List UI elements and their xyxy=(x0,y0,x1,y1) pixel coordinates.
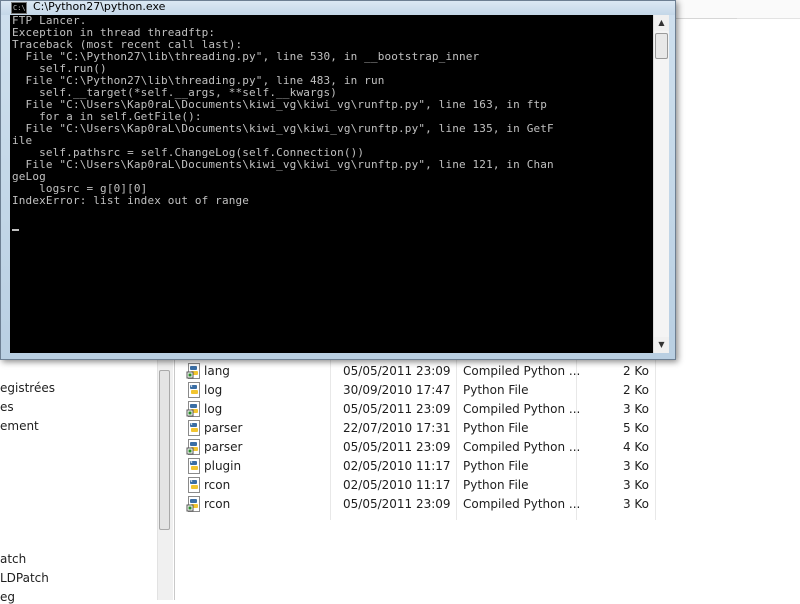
terminal-scrollbar[interactable]: ▲ ▼ xyxy=(653,15,669,353)
file-name: rcon xyxy=(204,497,231,511)
python-file-icon xyxy=(186,458,202,474)
file-size: 2 Ko xyxy=(622,383,649,397)
file-size: 3 Ko xyxy=(622,402,649,416)
terminal-text: FTP Lancer. Exception in thread threadft… xyxy=(12,15,554,207)
file-size: 4 Ko xyxy=(622,440,649,454)
console-app-icon: C:\ xyxy=(11,2,27,14)
file-name: rcon xyxy=(204,478,231,492)
file-type: Compiled Python ... xyxy=(463,402,581,416)
file-row[interactable]: plugin 02/05/2010 11:17 Python File 3 Ko xyxy=(180,457,656,476)
nav-item[interactable]: es xyxy=(0,400,14,414)
file-type: Compiled Python ... xyxy=(463,364,581,378)
file-name: parser xyxy=(204,440,243,454)
file-row[interactable]: lang 05/05/2011 23:09 Compiled Python ... 2… xyxy=(180,362,656,381)
nav-item[interactable]: ement xyxy=(0,419,39,433)
file-type: Python File xyxy=(463,421,529,435)
file-size: 2 Ko xyxy=(622,364,649,378)
nav-item[interactable]: egistrées xyxy=(0,381,55,395)
file-row[interactable]: rcon 05/05/2011 23:09 Compiled Python ... 3… xyxy=(180,495,656,514)
file-row[interactable]: parser 22/07/2010 17:31 Python File 5 Ko xyxy=(180,419,656,438)
file-size: 3 Ko xyxy=(622,478,649,492)
file-size: 3 Ko xyxy=(622,459,649,473)
explorer-edge xyxy=(737,18,800,19)
file-size: 5 Ko xyxy=(622,421,649,435)
title-bar[interactable]: C:\ C:\Python27\python.exe xyxy=(1,0,675,15)
nav-item[interactable]: LDPatch xyxy=(0,571,49,585)
file-date: 02/05/2010 11:17 xyxy=(343,459,451,473)
nav-item[interactable]: atch xyxy=(0,552,26,566)
file-date: 05/05/2011 23:09 xyxy=(343,497,451,511)
file-type: Compiled Python ... xyxy=(463,497,581,511)
window-title: C:\Python27\python.exe xyxy=(33,0,166,13)
python-file-icon xyxy=(186,382,202,398)
file-date: 02/05/2010 11:17 xyxy=(343,478,451,492)
file-row[interactable]: rcon 02/05/2010 11:17 Python File 3 Ko xyxy=(180,476,656,495)
scroll-up-arrow-icon[interactable]: ▲ xyxy=(654,15,669,31)
file-type: Python File xyxy=(463,478,529,492)
file-name: plugin xyxy=(204,459,242,473)
file-date: 22/07/2010 17:31 xyxy=(343,421,451,435)
compiled-python-icon xyxy=(186,401,202,417)
terminal-output-area[interactable]: FTP Lancer. Exception in thread threadft… xyxy=(10,15,653,353)
file-name: log xyxy=(204,402,223,416)
file-date: 05/05/2011 23:09 xyxy=(343,440,451,454)
file-row[interactable]: parser 05/05/2011 23:09 Compiled Python ..… xyxy=(180,438,656,457)
file-row[interactable]: log 05/05/2011 23:09 Compiled Python ... 3 … xyxy=(180,400,656,419)
text-cursor xyxy=(12,229,19,231)
python-file-icon xyxy=(186,420,202,436)
compiled-python-icon xyxy=(186,496,202,512)
file-type: Compiled Python ... xyxy=(463,440,581,454)
scroll-thumb[interactable] xyxy=(655,33,668,59)
compiled-python-icon xyxy=(186,439,202,455)
file-row[interactable]: log 30/09/2010 17:47 Python File 2 Ko xyxy=(180,381,656,400)
file-date: 05/05/2011 23:09 xyxy=(343,364,451,378)
file-name: parser xyxy=(204,421,243,435)
file-type: Python File xyxy=(463,383,529,397)
explorer-toolbar-strip xyxy=(676,0,800,19)
compiled-python-icon xyxy=(186,363,202,379)
file-type: Python File xyxy=(463,459,529,473)
console-window[interactable]: C:\ C:\Python27\python.exe FTP Lancer. E… xyxy=(0,0,676,360)
file-size: 3 Ko xyxy=(622,497,649,511)
file-name: log xyxy=(204,383,223,397)
file-name: lang xyxy=(204,364,230,378)
nav-item[interactable]: eg xyxy=(0,590,15,604)
file-date: 05/05/2011 23:09 xyxy=(343,402,451,416)
scroll-down-arrow-icon[interactable]: ▼ xyxy=(654,337,669,353)
file-date: 30/09/2010 17:47 xyxy=(343,383,451,397)
python-file-icon xyxy=(186,477,202,493)
nav-scroll-thumb[interactable] xyxy=(159,370,170,530)
